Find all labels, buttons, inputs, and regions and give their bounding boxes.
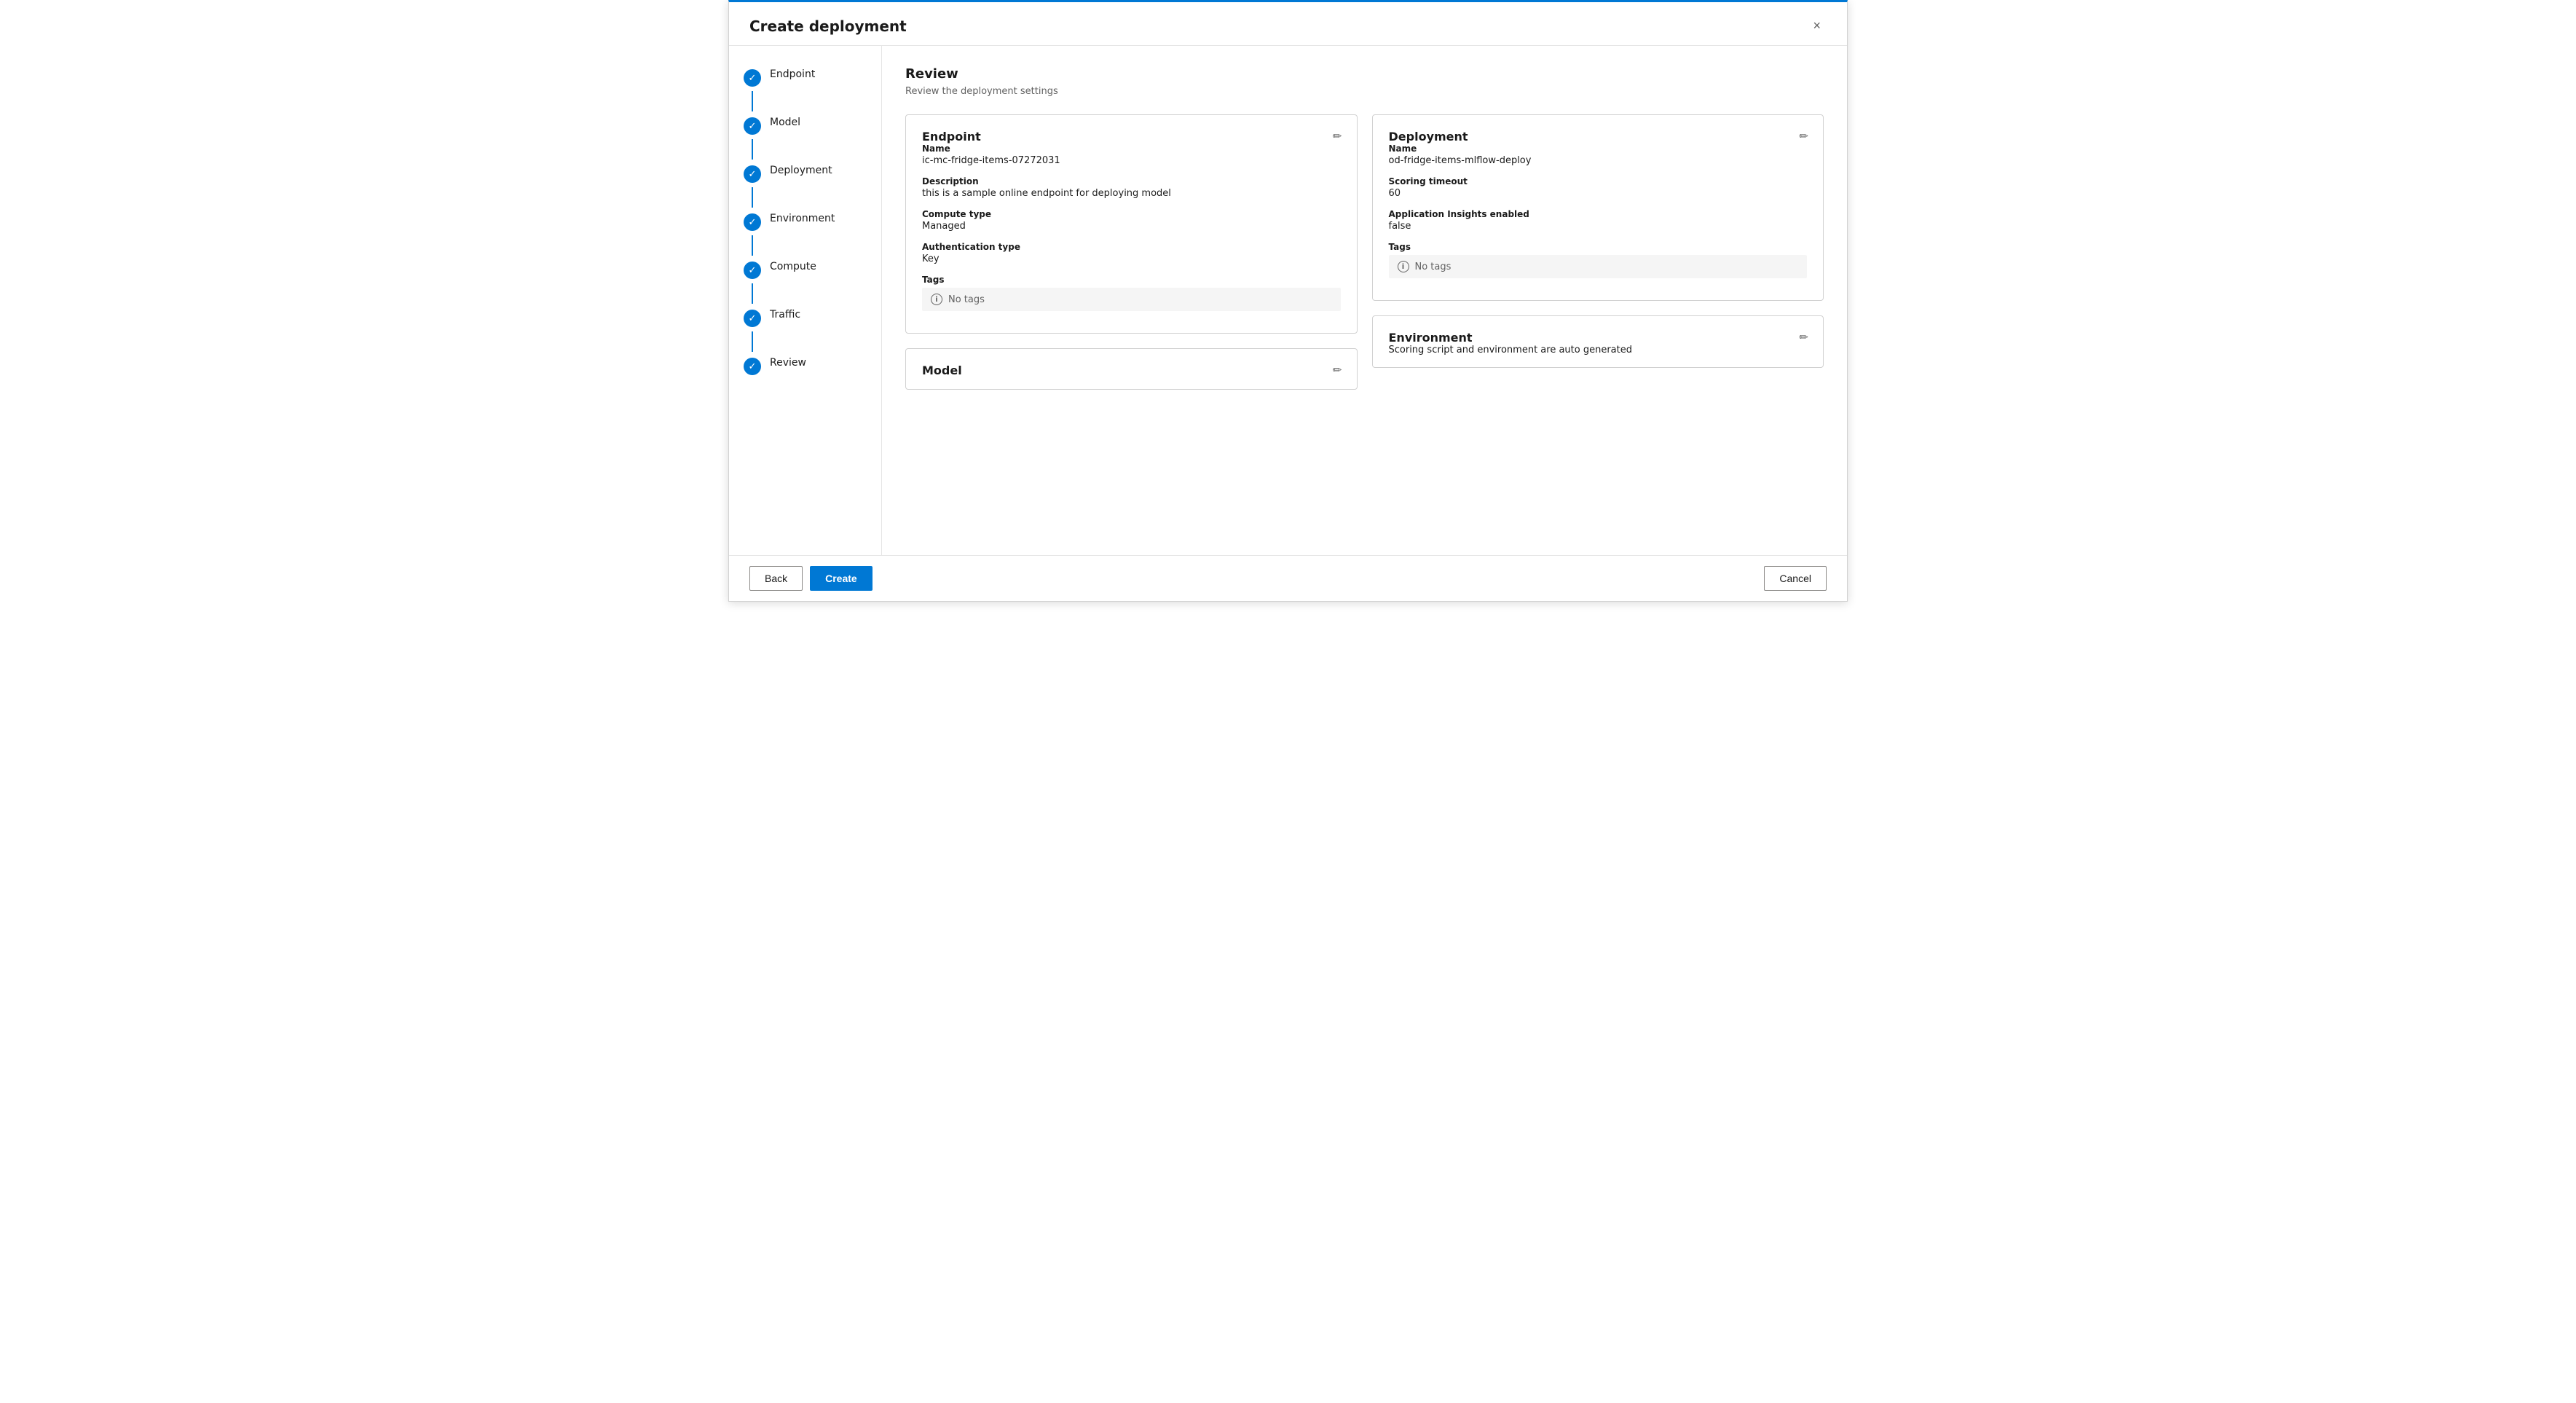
review-subtitle: Review the deployment settings — [905, 86, 1824, 97]
check-icon-review: ✓ — [749, 361, 757, 372]
dialog-title: Create deployment — [749, 17, 907, 35]
step-circle-traffic: ✓ — [744, 310, 761, 327]
create-button[interactable]: Create — [810, 566, 873, 591]
endpoint-description-value: this is a sample online endpoint for dep… — [922, 188, 1341, 199]
endpoint-edit-button[interactable]: ✏ — [1330, 127, 1345, 146]
info-icon-endpoint-tags: i — [931, 294, 942, 305]
sidebar-item-review[interactable]: ✓ Review — [729, 352, 881, 380]
dialog-body: ✓ Endpoint ✓ Model ✓ Deployment — [729, 46, 1847, 555]
cancel-button[interactable]: Cancel — [1764, 566, 1827, 591]
deployment-card-title: Deployment — [1389, 130, 1468, 144]
cards-grid: Endpoint ✏ Name ic-mc-fridge-items-07272… — [905, 114, 1824, 390]
info-icon-deployment-tags: i — [1398, 261, 1409, 272]
create-deployment-dialog: Create deployment × ✓ Endpoint ✓ Model — [728, 0, 1848, 602]
check-icon-deployment: ✓ — [749, 169, 757, 180]
endpoint-tags-field: Tags i No tags — [922, 275, 1341, 311]
check-icon-environment: ✓ — [749, 217, 757, 228]
deployment-tags-field: Tags i No tags — [1389, 242, 1808, 278]
endpoint-card-title: Endpoint — [922, 130, 981, 144]
endpoint-compute-value: Managed — [922, 221, 1341, 232]
sidebar-item-label-environment: Environment — [770, 212, 835, 227]
sidebar-item-environment[interactable]: ✓ Environment — [729, 208, 881, 235]
environment-description: Scoring script and environment are auto … — [1389, 345, 1808, 355]
step-circle-endpoint: ✓ — [744, 69, 761, 87]
deployment-insights-field: Application Insights enabled false — [1389, 209, 1808, 232]
deployment-insights-label: Application Insights enabled — [1389, 209, 1808, 219]
sidebar: ✓ Endpoint ✓ Model ✓ Deployment — [729, 46, 882, 555]
review-title: Review — [905, 66, 1824, 82]
endpoint-auth-value: Key — [922, 254, 1341, 264]
sidebar-item-model[interactable]: ✓ Model — [729, 111, 881, 139]
deployment-timeout-field: Scoring timeout 60 — [1389, 176, 1808, 199]
deployment-name-field: Name od-fridge-items-mlflow-deploy — [1389, 144, 1808, 166]
endpoint-tags-label: Tags — [922, 275, 1341, 285]
endpoint-tags-box: i No tags — [922, 288, 1341, 311]
deployment-timeout-value: 60 — [1389, 188, 1808, 199]
environment-card-title: Environment — [1389, 331, 1473, 345]
endpoint-compute-label: Compute type — [922, 209, 1341, 219]
step-connector-6 — [752, 331, 753, 352]
sidebar-item-label-traffic: Traffic — [770, 308, 800, 323]
endpoint-name-label: Name — [922, 144, 1341, 154]
deployment-timeout-label: Scoring timeout — [1389, 176, 1808, 186]
step-circle-deployment: ✓ — [744, 165, 761, 183]
endpoint-tags-empty: No tags — [948, 294, 985, 305]
check-icon-traffic: ✓ — [749, 313, 757, 324]
endpoint-name-field: Name ic-mc-fridge-items-07272031 — [922, 144, 1341, 166]
endpoint-compute-field: Compute type Managed — [922, 209, 1341, 232]
sidebar-item-label-endpoint: Endpoint — [770, 68, 815, 82]
model-edit-button[interactable]: ✏ — [1330, 361, 1345, 380]
endpoint-card: Endpoint ✏ Name ic-mc-fridge-items-07272… — [905, 114, 1358, 334]
sidebar-item-label-compute: Compute — [770, 260, 816, 275]
sidebar-item-label-deployment: Deployment — [770, 164, 832, 178]
endpoint-description-label: Description — [922, 176, 1341, 186]
endpoint-name-value: ic-mc-fridge-items-07272031 — [922, 155, 1341, 166]
step-connector-1 — [752, 91, 753, 111]
environment-edit-button[interactable]: ✏ — [1796, 328, 1811, 347]
deployment-card: Deployment ✏ Name od-fridge-items-mlflow… — [1372, 114, 1824, 301]
close-button[interactable]: × — [1807, 15, 1827, 36]
deployment-tags-empty: No tags — [1415, 262, 1452, 272]
step-circle-model: ✓ — [744, 117, 761, 135]
step-circle-review: ✓ — [744, 358, 761, 375]
environment-card: Environment ✏ Scoring script and environ… — [1372, 315, 1824, 368]
sidebar-item-endpoint[interactable]: ✓ Endpoint — [729, 63, 881, 91]
deployment-edit-button[interactable]: ✏ — [1796, 127, 1811, 146]
dialog-header: Create deployment × — [729, 2, 1847, 46]
model-card: Model ✏ — [905, 348, 1358, 390]
check-icon-endpoint: ✓ — [749, 73, 757, 84]
sidebar-item-label-model: Model — [770, 116, 800, 130]
sidebar-item-label-review: Review — [770, 356, 806, 371]
step-connector-2 — [752, 139, 753, 160]
sidebar-item-compute[interactable]: ✓ Compute — [729, 256, 881, 283]
deployment-name-value: od-fridge-items-mlflow-deploy — [1389, 155, 1808, 166]
model-card-title: Model — [922, 363, 962, 377]
deployment-tags-label: Tags — [1389, 242, 1808, 252]
sidebar-item-traffic[interactable]: ✓ Traffic — [729, 304, 881, 331]
check-icon-compute: ✓ — [749, 265, 757, 276]
main-content: Review Review the deployment settings En… — [882, 46, 1847, 555]
sidebar-item-deployment[interactable]: ✓ Deployment — [729, 160, 881, 187]
deployment-insights-value: false — [1389, 221, 1808, 232]
endpoint-description-field: Description this is a sample online endp… — [922, 176, 1341, 199]
deployment-name-label: Name — [1389, 144, 1808, 154]
step-circle-environment: ✓ — [744, 213, 761, 231]
step-connector-4 — [752, 235, 753, 256]
check-icon-model: ✓ — [749, 121, 757, 132]
deployment-tags-box: i No tags — [1389, 255, 1808, 278]
step-connector-5 — [752, 283, 753, 304]
back-button[interactable]: Back — [749, 566, 803, 591]
endpoint-auth-field: Authentication type Key — [922, 242, 1341, 264]
step-connector-3 — [752, 187, 753, 208]
dialog-footer: Back Create Cancel — [729, 555, 1847, 601]
step-circle-compute: ✓ — [744, 262, 761, 279]
endpoint-auth-label: Authentication type — [922, 242, 1341, 252]
